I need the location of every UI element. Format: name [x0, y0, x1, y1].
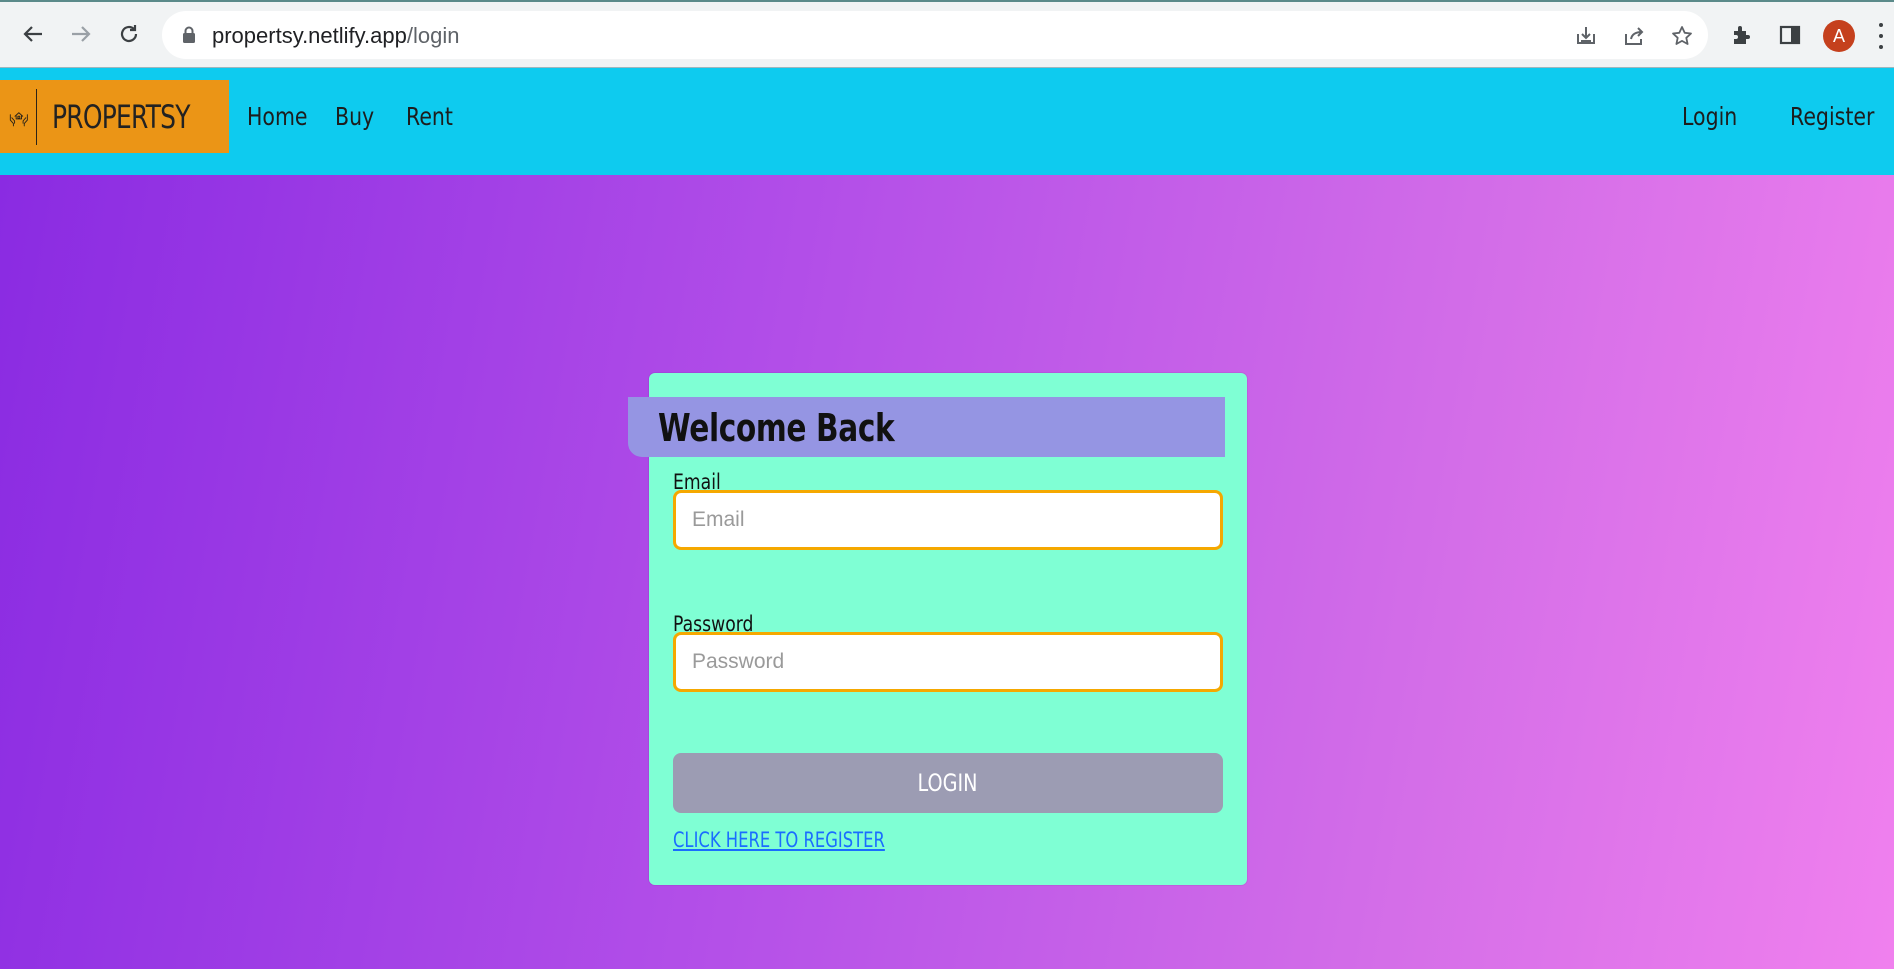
reload-icon[interactable] [115, 20, 143, 48]
nav-home-link[interactable]: Home [247, 102, 308, 131]
login-button[interactable]: LOGIN [673, 753, 1223, 813]
password-input[interactable] [673, 632, 1223, 692]
login-button-label: LOGIN [917, 769, 979, 797]
email-input[interactable] [673, 490, 1223, 550]
extensions-icon[interactable] [1728, 21, 1756, 49]
url-text[interactable]: propertsy.netlify.app/login [212, 23, 459, 49]
back-arrow-icon[interactable] [19, 20, 47, 48]
nav-register-link[interactable]: Register [1790, 102, 1874, 131]
forward-arrow-icon[interactable] [67, 20, 95, 48]
site-navbar: PROPERTSY Home Buy Rent Login Register [0, 67, 1894, 175]
card-title: Welcome Back [658, 406, 895, 450]
kebab-menu-icon[interactable] [1876, 20, 1886, 52]
lock-icon[interactable] [182, 26, 196, 44]
bookmark-star-icon[interactable] [1670, 24, 1694, 48]
url-host: propertsy.netlify.app [212, 23, 407, 48]
login-card: Welcome Back Email Password LOGIN CLICK … [628, 373, 1247, 885]
browser-toolbar: propertsy.netlify.app/login A [0, 0, 1894, 67]
side-panel-icon[interactable] [1776, 21, 1804, 49]
brand[interactable]: PROPERTSY [0, 80, 229, 153]
nav-rent-link[interactable]: Rent [406, 102, 453, 131]
house-in-hands-icon [9, 111, 28, 126]
profile-avatar[interactable]: A [1823, 20, 1855, 52]
share-icon[interactable] [1622, 24, 1646, 48]
card-title-banner: Welcome Back [628, 397, 1225, 457]
main-background: Welcome Back Email Password LOGIN CLICK … [0, 175, 1894, 969]
install-icon[interactable] [1574, 24, 1598, 48]
address-bar[interactable]: propertsy.netlify.app/login [162, 11, 1708, 59]
nav-buy-link[interactable]: Buy [335, 102, 374, 131]
brand-divider [35, 88, 37, 145]
nav-login-link[interactable]: Login [1682, 102, 1737, 131]
register-link[interactable]: CLICK HERE TO REGISTER [673, 828, 885, 852]
brand-name: PROPERTSY [52, 97, 191, 136]
url-path: /login [406, 23, 460, 48]
